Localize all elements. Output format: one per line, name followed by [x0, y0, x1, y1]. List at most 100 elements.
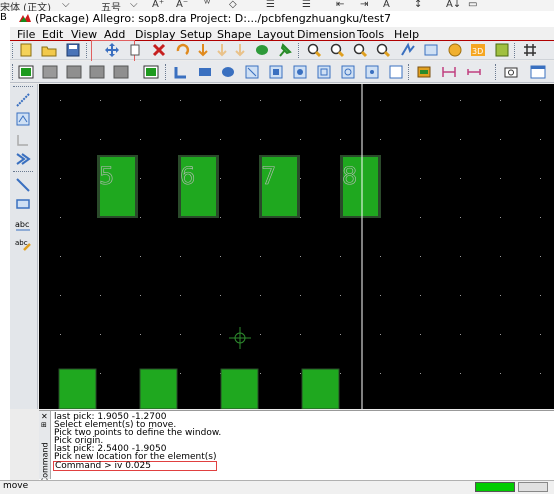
font-dropdown-icon[interactable]: ⌵	[62, 0, 70, 10]
camera-icon[interactable]	[503, 64, 519, 80]
grid-dot	[420, 295, 421, 296]
design-canvas[interactable]: 5 6 7 8	[39, 84, 554, 409]
grid-dot	[60, 334, 61, 335]
toolbar-grip	[86, 43, 89, 58]
zoom-prev-icon[interactable]	[423, 42, 439, 58]
grow-font-icon[interactable]: A⁺	[152, 0, 164, 10]
shape-icon[interactable]	[254, 42, 270, 58]
size-dropdown-icon[interactable]: ⌵	[130, 0, 138, 10]
pad-other-icon[interactable]	[364, 64, 380, 80]
grid-dot	[420, 217, 421, 218]
grid-dot	[100, 256, 101, 257]
zoom-out-icon[interactable]	[352, 42, 368, 58]
dimension2-icon[interactable]	[466, 64, 482, 80]
grid-dot	[460, 295, 461, 296]
grid-dot	[220, 256, 221, 257]
pad-rect-icon[interactable]	[244, 64, 260, 80]
layer3-icon[interactable]	[66, 64, 82, 80]
zoom-in-icon[interactable]	[329, 42, 345, 58]
layer4-icon[interactable]	[89, 64, 105, 80]
decrease-indent-icon[interactable]: ⇤	[336, 0, 344, 10]
redraw-icon[interactable]	[447, 42, 463, 58]
svg-text:abc: abc	[15, 220, 29, 229]
new-icon[interactable]	[18, 42, 34, 58]
toolbar-grip[interactable]	[12, 64, 15, 80]
grid-dot	[340, 139, 341, 140]
font-size-box[interactable]: 五号	[101, 0, 121, 11]
increase-indent-icon[interactable]: ⇥	[360, 0, 368, 10]
grid-dot	[100, 100, 101, 101]
rect-icon[interactable]	[173, 64, 189, 80]
status-text: move	[3, 481, 29, 491]
font-name-box[interactable]: 宋体 (正文)	[0, 0, 51, 11]
layer2-icon[interactable]	[42, 64, 58, 80]
measure-icon[interactable]	[416, 64, 432, 80]
fix-icon[interactable]	[195, 42, 211, 58]
layer-icon[interactable]	[18, 64, 34, 80]
unfix-icon[interactable]	[214, 42, 230, 58]
show-marks-icon[interactable]: A↓	[446, 0, 461, 10]
text-icon[interactable]	[15, 111, 31, 127]
grid-icon[interactable]	[494, 42, 510, 58]
grid-dot	[460, 217, 461, 218]
command-input[interactable]: Command > iv 0.025	[53, 461, 217, 471]
add-connect-icon[interactable]	[232, 42, 248, 58]
move-icon[interactable]	[104, 42, 120, 58]
grid-dot	[500, 139, 501, 140]
close-icon[interactable]: ✕	[41, 412, 48, 421]
window-icon[interactable]	[530, 64, 546, 80]
abc-icon[interactable]: abc	[15, 216, 31, 232]
pin-icon[interactable]	[277, 42, 293, 58]
roundrect-icon[interactable]	[197, 64, 213, 80]
pin-edit-icon[interactable]	[15, 132, 31, 148]
undo-icon[interactable]	[174, 42, 190, 58]
dimension-icon[interactable]	[441, 64, 457, 80]
shrink-font-icon[interactable]: A⁻	[176, 0, 188, 10]
style-box-icon[interactable]: ▭	[468, 0, 477, 10]
circle-icon[interactable]	[220, 64, 236, 80]
pad-square-icon[interactable]	[268, 64, 284, 80]
layer6-icon[interactable]	[143, 64, 159, 80]
grid-dot	[420, 178, 421, 179]
grid-dot	[540, 373, 541, 374]
hash-icon[interactable]	[522, 42, 538, 58]
grid-dot	[140, 334, 141, 335]
line-icon[interactable]	[15, 177, 31, 193]
grid-dot	[420, 373, 421, 374]
canvas-drawing: 5 6 7 8	[58, 84, 541, 409]
bullets-icon[interactable]: ☰	[266, 0, 275, 10]
toolbar-grip	[495, 64, 498, 80]
pad-oval-icon[interactable]	[316, 64, 332, 80]
grid-dot	[500, 256, 501, 257]
zoom-fit-icon[interactable]	[400, 42, 416, 58]
grid-dot	[220, 178, 221, 179]
grid-dot	[60, 139, 61, 140]
asian-layout-icon[interactable]: A	[383, 0, 390, 10]
zoom-points-icon[interactable]	[375, 42, 391, 58]
clear-format-icon[interactable]: ◇	[229, 0, 237, 10]
pad-round-icon[interactable]	[292, 64, 308, 80]
sort-icon[interactable]: ↕	[414, 0, 422, 10]
layer5-icon[interactable]	[113, 64, 129, 80]
command-panel-tab[interactable]: ✕ ⊞ Command	[39, 411, 51, 484]
grid-dots	[60, 100, 541, 374]
delete-icon[interactable]	[151, 42, 167, 58]
ruler-icon[interactable]	[15, 92, 31, 108]
copy-icon[interactable]	[128, 42, 144, 58]
grid-dot	[460, 100, 461, 101]
abc-edit-icon[interactable]: abc	[15, 235, 31, 251]
numbering-icon[interactable]: ☰	[302, 0, 311, 10]
zoom-icon[interactable]	[306, 42, 322, 58]
main-toolbar: 3D	[10, 40, 554, 67]
grid-dot	[500, 295, 501, 296]
arrow-icon[interactable]	[15, 151, 31, 167]
3d-view-icon[interactable]: 3D	[470, 42, 486, 58]
rect-tool-icon[interactable]	[15, 196, 31, 212]
open-icon[interactable]	[41, 42, 57, 58]
save-icon[interactable]	[65, 42, 81, 58]
pin-icon-small[interactable]: ⊞	[41, 421, 47, 429]
pad-shape-icon[interactable]	[340, 64, 356, 80]
pad-extra-icon[interactable]	[388, 64, 404, 80]
phonetic-icon[interactable]: ᵂ	[204, 0, 210, 10]
toolbar-grip[interactable]	[12, 43, 15, 58]
